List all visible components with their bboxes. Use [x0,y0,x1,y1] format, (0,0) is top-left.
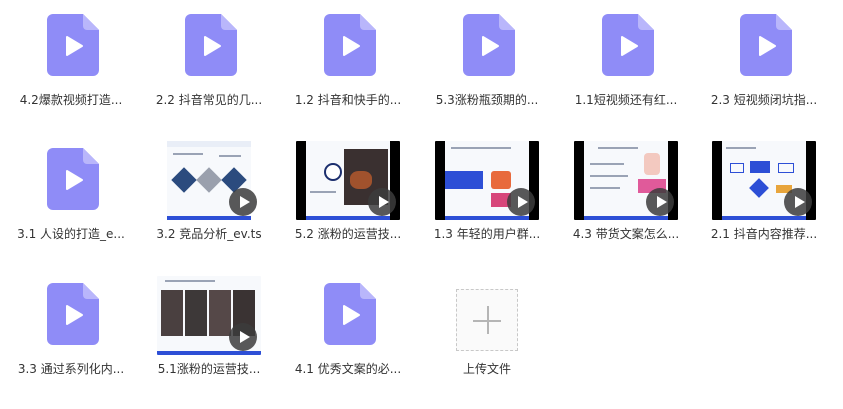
file-item[interactable]: 3.3 通过系列化内... [2,269,140,393]
play-icon [229,188,257,216]
file-name: 1.2 抖音和快手的... [294,93,402,107]
file-item[interactable]: 3.1 人设的打造_e... [2,134,140,258]
file-name: 3.1 人设的打造_e... [17,227,125,241]
file-item[interactable]: 2.3 短视频闭坑指... [695,0,833,124]
play-icon [507,188,535,216]
play-icon [646,188,674,216]
video-item[interactable]: 5.2 涨粉的运营技... [279,134,417,258]
file-name: 1.3 年轻的用户群... [433,227,541,241]
video-thumbnail [712,141,816,220]
video-thumbnail [157,141,261,220]
file-item[interactable]: 1.1短视频还有红... [557,0,695,124]
upload-file-button[interactable]: 上传文件 [418,269,556,393]
file-name: 2.3 短视频闭坑指... [710,93,818,107]
video-file-icon [47,283,99,345]
video-file-icon [463,14,515,76]
file-grid: 4.2爆款视频打造... 2.2 抖音常见的几... 1.2 抖音和快手的...… [0,0,843,409]
video-item[interactable]: 2.1 抖音内容推荐... [695,134,833,258]
file-name: 5.1涨粉的运营技... [157,362,261,376]
video-thumbnail [435,141,539,220]
video-file-icon [47,14,99,76]
video-thumbnail [157,276,261,355]
file-name: 5.3涨粉瓶颈期的... [435,93,539,107]
file-name: 4.2爆款视频打造... [19,93,123,107]
video-file-icon [740,14,792,76]
video-item[interactable]: 5.1涨粉的运营技... [140,269,278,393]
file-name: 5.2 涨粉的运营技... [294,227,402,241]
file-item[interactable]: 5.3涨粉瓶颈期的... [418,0,556,124]
file-item[interactable]: 4.2爆款视频打造... [2,0,140,124]
file-name: 4.1 优秀文案的必... [294,362,402,376]
video-file-icon [324,14,376,76]
file-name: 4.3 带货文案怎么... [572,227,680,241]
file-name: 1.1短视频还有红... [574,93,678,107]
play-icon [784,188,812,216]
video-file-icon [47,148,99,210]
play-icon [368,188,396,216]
video-item[interactable]: 4.3 带货文案怎么... [557,134,695,258]
plus-icon [456,289,518,351]
video-file-icon [324,283,376,345]
file-item[interactable]: 1.2 抖音和快手的... [279,0,417,124]
file-name: 2.2 抖音常见的几... [155,93,263,107]
upload-label: 上传文件 [462,362,511,376]
video-thumbnail [574,141,678,220]
file-name: 3.2 竞品分析_ev.ts [156,227,262,241]
file-name: 3.3 通过系列化内... [17,362,125,376]
file-name: 2.1 抖音内容推荐... [710,227,818,241]
video-item[interactable]: 1.3 年轻的用户群... [418,134,556,258]
file-item[interactable]: 2.2 抖音常见的几... [140,0,278,124]
video-thumbnail [296,141,400,220]
video-item[interactable]: 3.2 竞品分析_ev.ts [140,134,278,258]
video-file-icon [185,14,237,76]
video-file-icon [602,14,654,76]
play-icon [229,323,257,351]
file-item[interactable]: 4.1 优秀文案的必... [279,269,417,393]
